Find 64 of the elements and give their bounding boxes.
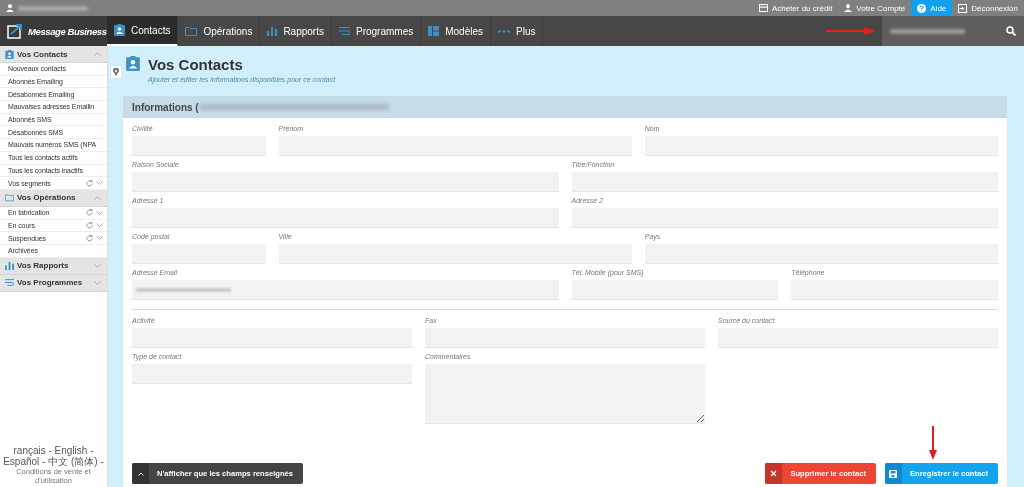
- text-field[interactable]: [718, 328, 998, 348]
- chevron-up-icon[interactable]: [94, 52, 101, 56]
- page-title: Vos Contacts: [148, 56, 244, 74]
- language-links[interactable]: rançais - English - Español - 中文 (简体) -: [0, 445, 107, 467]
- card-icon: [758, 4, 768, 12]
- contact-card-icon: [126, 56, 140, 71]
- chevron-up-icon[interactable]: [94, 195, 101, 200]
- user-icon: [844, 4, 853, 12]
- refresh-icon[interactable]: [86, 209, 93, 217]
- text-field[interactable]: [132, 244, 266, 264]
- search-field[interactable]: [882, 16, 1024, 46]
- comments-textarea[interactable]: [425, 364, 705, 424]
- text-field[interactable]: [644, 244, 998, 264]
- card-title: Informations (: [132, 101, 199, 113]
- email-field[interactable]: [132, 280, 559, 300]
- text-field[interactable]: [425, 328, 705, 348]
- top-bar-link[interactable]: Acheter du crédit: [752, 0, 839, 16]
- text-field[interactable]: [571, 280, 779, 300]
- redacted-account-name: [18, 5, 88, 11]
- top-bar-link[interactable]: Déconnexion: [952, 0, 1024, 16]
- chevron-down-icon[interactable]: [96, 223, 103, 228]
- sidebar-section-header[interactable]: Vos Contacts: [0, 46, 107, 63]
- chevron-down-icon[interactable]: [94, 263, 101, 268]
- checkbox-logo-icon: [7, 23, 24, 39]
- chevron-up-icon: [137, 471, 144, 476]
- text-field[interactable]: [278, 136, 632, 156]
- grid-icon: [428, 26, 440, 36]
- refresh-icon[interactable]: [86, 179, 93, 187]
- bar-chart-icon: [5, 261, 14, 271]
- text-field[interactable]: [132, 172, 559, 192]
- text-field[interactable]: [791, 280, 998, 300]
- chevron-down-icon[interactable]: [94, 280, 101, 285]
- help-icon: [917, 3, 927, 13]
- map-pin-icon: [113, 68, 119, 76]
- top-bar-link[interactable]: Votre Compte: [838, 0, 912, 16]
- refresh-icon[interactable]: [86, 221, 93, 229]
- logout-icon: [958, 3, 968, 13]
- text-field[interactable]: [132, 328, 412, 348]
- lines-icon: [5, 278, 14, 288]
- annotation-arrow: [929, 426, 937, 460]
- folder-icon: [185, 26, 198, 36]
- text-field[interactable]: [571, 208, 998, 228]
- chevron-down-icon[interactable]: [96, 236, 103, 241]
- text-field[interactable]: [278, 244, 632, 264]
- search-icon: [1006, 26, 1016, 36]
- annotation-arrow: [826, 27, 876, 35]
- text-field[interactable]: [132, 136, 266, 156]
- lines-icon: [338, 26, 350, 36]
- close-icon: [770, 470, 778, 477]
- dots-icon: [498, 29, 511, 33]
- chevron-down-icon[interactable]: [96, 181, 103, 186]
- bar-chart-icon: [267, 26, 278, 36]
- text-field[interactable]: [571, 172, 998, 192]
- user-icon: [6, 4, 14, 12]
- chevron-down-icon[interactable]: [96, 210, 103, 215]
- text-field[interactable]: [644, 136, 998, 156]
- text-field[interactable]: [132, 364, 412, 384]
- contact-card-icon: [5, 49, 14, 59]
- refresh-icon[interactable]: [86, 234, 93, 242]
- logo-text: Message Business: [28, 25, 107, 37]
- nav-tab[interactable]: Contacts: [107, 16, 179, 46]
- text-field[interactable]: [132, 208, 559, 228]
- contact-card-icon: [114, 24, 125, 36]
- folder-icon: [5, 193, 14, 203]
